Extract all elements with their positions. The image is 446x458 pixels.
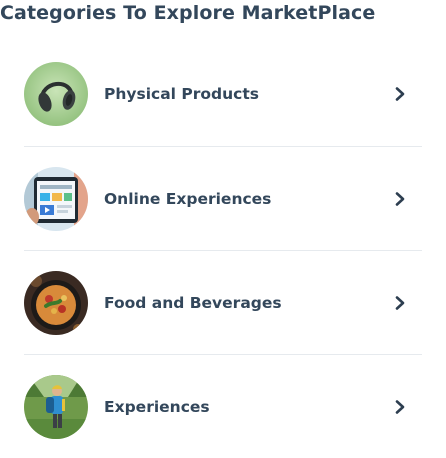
chevron-right-icon[interactable] [392, 295, 408, 311]
chevron-right-icon[interactable] [392, 191, 408, 207]
experiences-image [24, 374, 88, 439]
category-item-food-and-beverages[interactable]: Food and Beverages [24, 250, 422, 354]
category-label: Physical Products [104, 85, 259, 103]
category-label: Food and Beverages [104, 293, 282, 312]
physical-products-image [24, 62, 88, 126]
page-title: Categories To Explore MarketPlace [0, 2, 376, 24]
category-item-online-experiences[interactable]: Online Experiences [24, 146, 422, 250]
category-label: Experiences [104, 397, 210, 416]
category-list: Physical Products Online Experiences Foo… [24, 42, 422, 458]
category-label: Online Experiences [104, 189, 272, 208]
food-and-beverages-image [24, 270, 88, 335]
category-item-experiences[interactable]: Experiences [24, 354, 422, 458]
chevron-right-icon[interactable] [392, 86, 408, 102]
category-item-physical-products[interactable]: Physical Products [24, 42, 422, 146]
chevron-right-icon[interactable] [392, 399, 408, 415]
online-experiences-image [24, 166, 88, 231]
